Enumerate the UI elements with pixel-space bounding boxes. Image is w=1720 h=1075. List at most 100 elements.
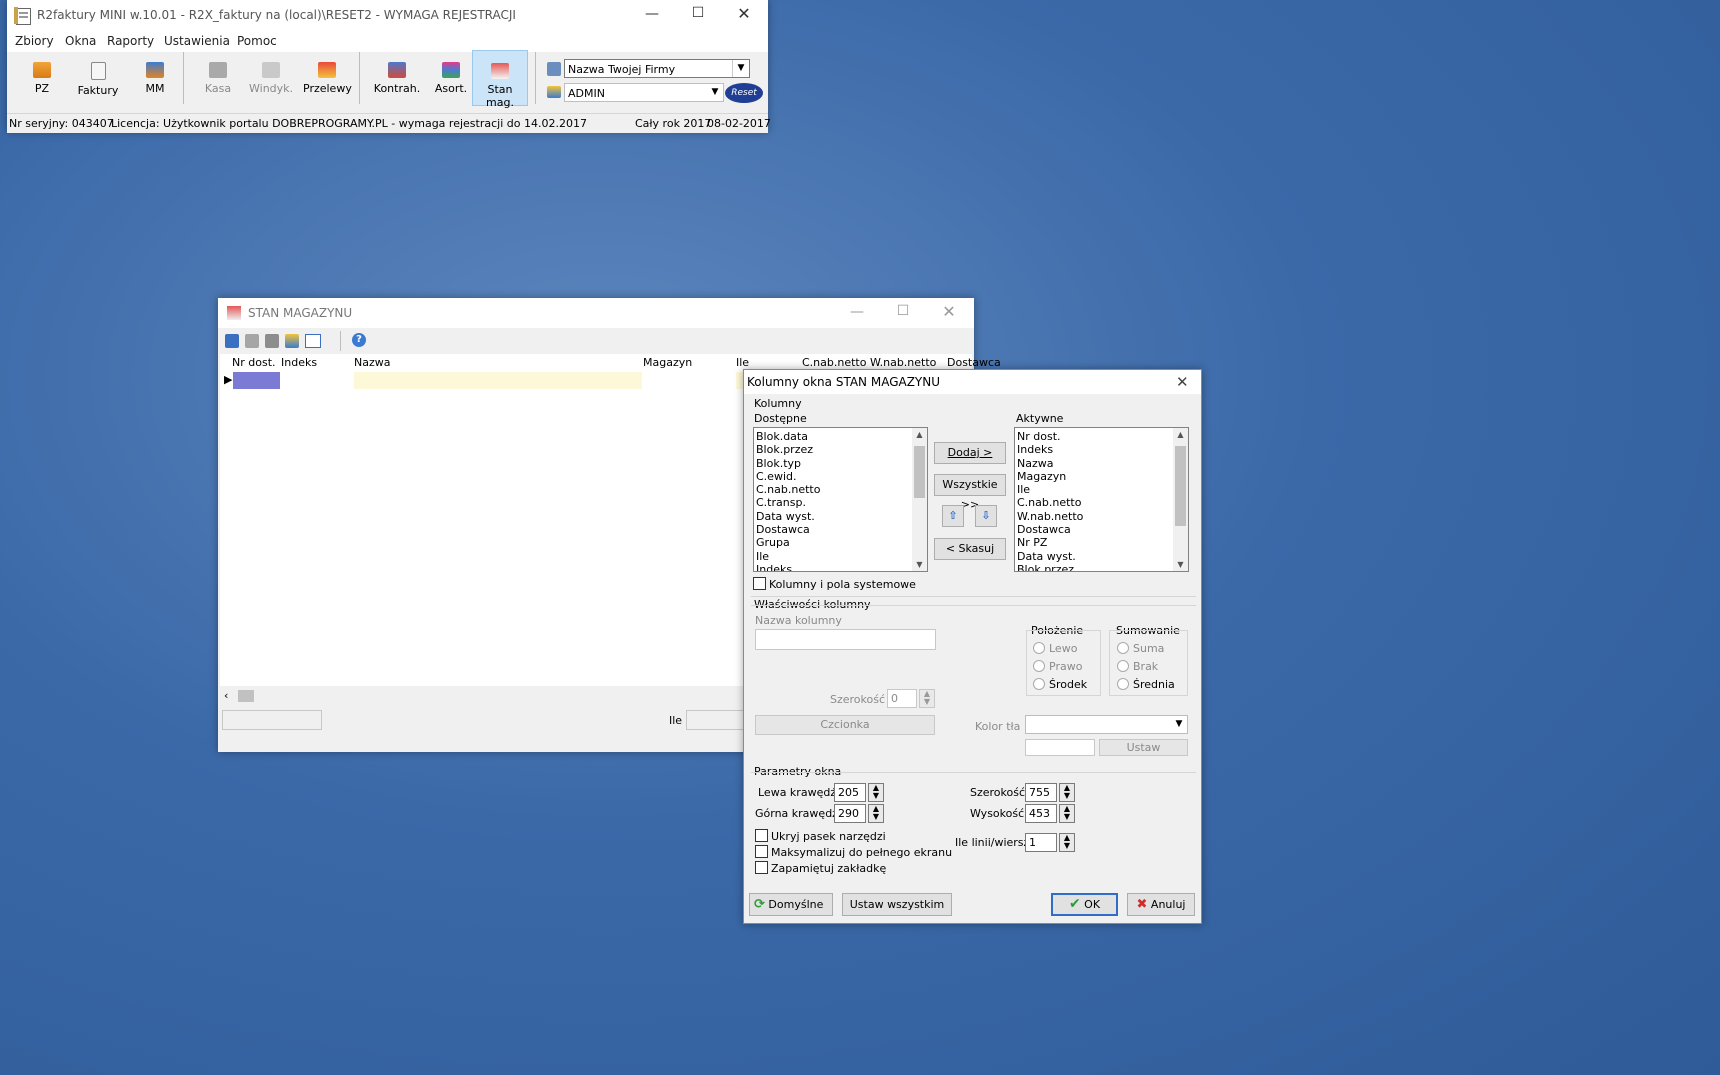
selected-cell[interactable] xyxy=(233,372,280,389)
maximize-button[interactable]: ☐ xyxy=(675,5,721,21)
list-item[interactable]: Blok.przez xyxy=(1015,563,1188,571)
settings-gears-icon[interactable] xyxy=(285,334,299,348)
name-cell[interactable] xyxy=(354,372,642,389)
refresh-icon[interactable] xyxy=(225,334,239,348)
remove-button[interactable]: < Skasuj xyxy=(934,538,1006,560)
kontrah-button[interactable]: Kontrah. xyxy=(373,50,421,106)
list-item[interactable]: C.nab.netto xyxy=(1015,496,1188,509)
list-item[interactable]: Nr dost. xyxy=(1015,430,1188,443)
list-item[interactable]: Nazwa xyxy=(1015,457,1188,470)
lines-per-row-spinner[interactable]: ▲ ▼ xyxy=(1059,833,1075,852)
pz-button[interactable]: PZ xyxy=(27,50,57,106)
faktury-button[interactable]: Faktury xyxy=(75,50,121,106)
radio-right[interactable] xyxy=(1033,660,1045,672)
list-item[interactable]: Indeks xyxy=(754,563,927,571)
radio-center[interactable] xyxy=(1033,678,1045,690)
chevron-down-icon[interactable]: ▼ xyxy=(1171,716,1187,733)
col-header[interactable]: Nr dost. xyxy=(232,356,276,369)
menu-pomoc[interactable]: Pomoc xyxy=(237,34,277,48)
lines-per-row-field[interactable]: 1 xyxy=(1025,833,1057,852)
columns-icon[interactable] xyxy=(305,334,321,348)
set-all-button[interactable]: Ustaw wszystkim xyxy=(842,893,952,916)
list-item[interactable]: Blok.przez xyxy=(754,443,927,456)
col-header[interactable]: Indeks xyxy=(281,356,317,369)
col-header[interactable]: Ile xyxy=(736,356,749,369)
print-icon[interactable] xyxy=(245,334,259,348)
asort-button[interactable]: Asort. xyxy=(433,50,469,106)
kasa-button[interactable]: Kasa xyxy=(199,50,237,106)
menu-okna[interactable]: Okna xyxy=(65,34,96,48)
col-header[interactable]: Dostawca xyxy=(947,356,1001,369)
column-name-field[interactable] xyxy=(755,629,936,650)
list-item[interactable]: Nr PZ xyxy=(1015,536,1188,549)
move-down-button[interactable]: ⇩ xyxy=(975,505,997,527)
list-item[interactable]: Data wyst. xyxy=(1015,550,1188,563)
list-item[interactable]: Ile xyxy=(754,550,927,563)
scroll-thumb[interactable] xyxy=(238,690,254,702)
list-item[interactable]: Ile xyxy=(1015,483,1188,496)
aktywne-list[interactable]: Nr dost. Indeks Nazwa Magazyn Ile C.nab.netto… xyxy=(1014,427,1189,572)
list-item[interactable]: Dostawca xyxy=(1015,523,1188,536)
close-button[interactable]: ✕ xyxy=(721,4,767,23)
width-spinner[interactable]: ▲ ▼ xyxy=(919,689,935,708)
menu-zbiory[interactable]: Zbiory xyxy=(15,34,54,48)
maximize-checkbox[interactable] xyxy=(755,845,768,858)
list-item[interactable]: Grupa xyxy=(754,536,927,549)
top-edge-spinner[interactable]: ▲ ▼ xyxy=(868,804,884,823)
mm-button[interactable]: MM xyxy=(137,50,173,106)
bg-color-combo[interactable]: ▼ xyxy=(1025,715,1188,734)
col-header[interactable]: W.nab.netto xyxy=(870,356,936,369)
radio-left[interactable] xyxy=(1033,642,1045,654)
radio-average[interactable] xyxy=(1117,678,1129,690)
system-columns-checkbox[interactable] xyxy=(753,577,766,590)
height-param-field[interactable]: 453 xyxy=(1025,804,1057,823)
list-item[interactable]: Data wyst. xyxy=(754,510,927,523)
list-item[interactable]: Indeks xyxy=(1015,443,1188,456)
stan-mag-button[interactable]: Stan mag. xyxy=(472,50,528,109)
defaults-button[interactable]: ⟳ Domyślne xyxy=(749,893,833,916)
list-item[interactable]: C.transp. xyxy=(754,496,927,509)
radio-none[interactable] xyxy=(1117,660,1129,672)
add-all-button[interactable]: Wszystkie >> xyxy=(934,474,1006,511)
list-item[interactable]: Dostawca xyxy=(754,523,927,536)
col-header[interactable]: Magazyn xyxy=(643,356,692,369)
list-item[interactable]: Magazyn xyxy=(1015,470,1188,483)
dostepne-list[interactable]: Blok.data Blok.przez Blok.typ C.ewid. C.nab.… xyxy=(753,427,928,572)
scroll-up-icon[interactable]: ▲ xyxy=(1173,430,1188,439)
ok-button[interactable]: ✔ OK xyxy=(1051,893,1118,916)
left-edge-field[interactable]: 205 xyxy=(834,783,866,802)
chevron-down-icon[interactable]: ▼ xyxy=(707,84,723,101)
user-combo[interactable]: ADMIN ▼ xyxy=(564,83,724,102)
scroll-up-icon[interactable]: ▲ xyxy=(912,430,927,439)
aktywne-scrollbar[interactable]: ▲ ▼ xyxy=(1173,428,1188,571)
scroll-thumb[interactable] xyxy=(914,446,925,498)
add-button[interactable]: Dodaj > xyxy=(934,442,1006,464)
left-edge-spinner[interactable]: ▲ ▼ xyxy=(868,783,884,802)
list-item[interactable]: C.ewid. xyxy=(754,470,927,483)
list-item[interactable]: Blok.data xyxy=(754,430,927,443)
scroll-thumb[interactable] xyxy=(1175,446,1186,526)
company-combo[interactable]: Nazwa Twojej Firmy ▼ xyxy=(564,59,750,78)
col-header[interactable]: C.nab.netto xyxy=(802,356,866,369)
help-icon[interactable]: ? xyxy=(352,333,366,347)
maximize-button[interactable]: ☐ xyxy=(880,303,926,319)
list-item[interactable]: Blok.typ xyxy=(754,457,927,470)
hide-toolbar-checkbox[interactable] xyxy=(755,829,768,842)
scroll-down-icon[interactable]: ▼ xyxy=(912,560,927,569)
windyk-button[interactable]: Windyk. xyxy=(249,50,293,106)
scroll-left-icon[interactable]: ‹ xyxy=(224,689,228,702)
search-binoculars-icon[interactable] xyxy=(265,334,279,348)
minimize-button[interactable]: — xyxy=(834,304,880,320)
width-param-field[interactable]: 755 xyxy=(1025,783,1057,802)
width-param-spinner[interactable]: ▲ ▼ xyxy=(1059,783,1075,802)
list-item[interactable]: W.nab.netto xyxy=(1015,510,1188,523)
close-button[interactable]: ✕ xyxy=(926,302,972,321)
top-edge-field[interactable]: 290 xyxy=(834,804,866,823)
chevron-down-icon[interactable]: ▼ xyxy=(732,60,749,77)
set-color-button[interactable]: Ustaw xyxy=(1099,739,1188,756)
menu-ustawienia[interactable]: Ustawienia xyxy=(164,34,230,48)
menu-raporty[interactable]: Raporty xyxy=(107,34,154,48)
font-button[interactable]: Czcionka xyxy=(755,715,935,735)
move-up-button[interactable]: ⇧ xyxy=(942,505,964,527)
remember-tab-checkbox[interactable] xyxy=(755,861,768,874)
